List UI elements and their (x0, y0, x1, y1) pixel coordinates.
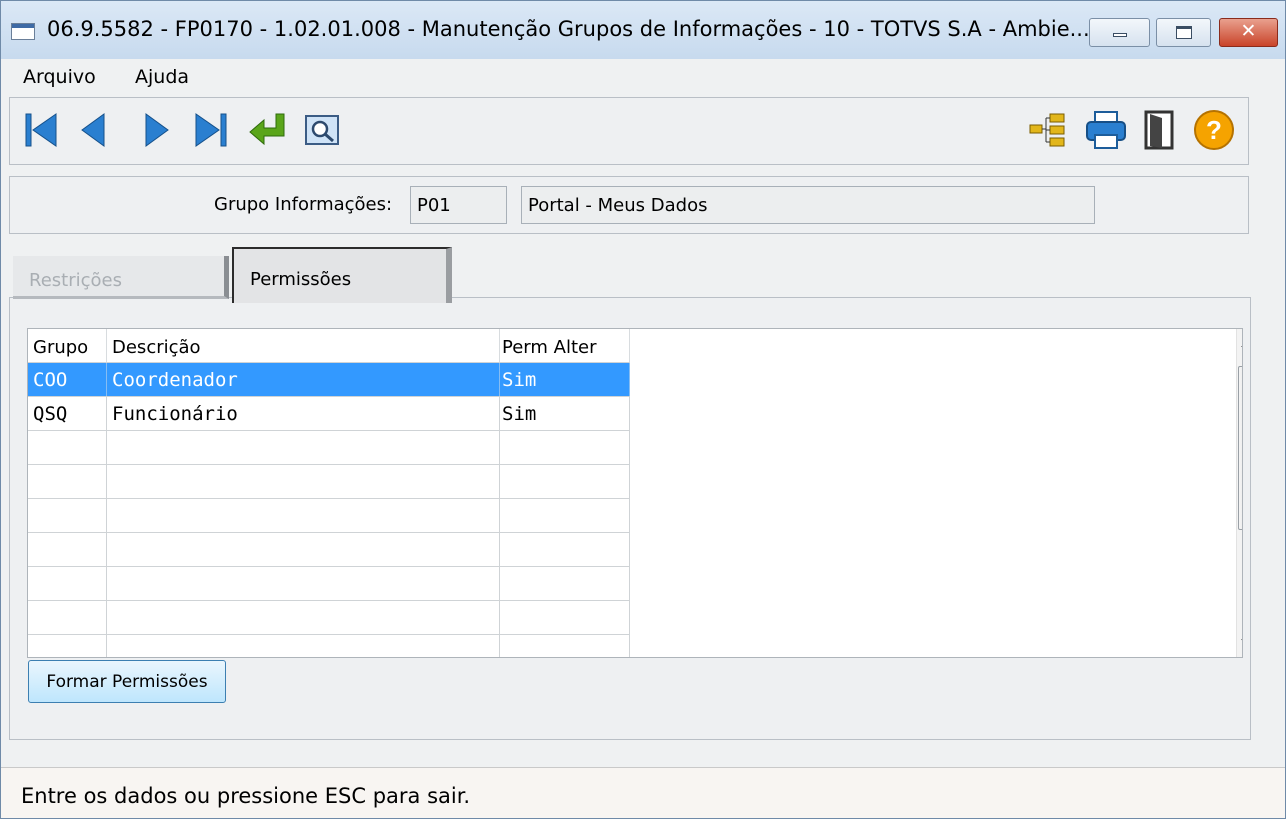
group-code-field[interactable]: P01 (410, 186, 507, 224)
next-record-button[interactable] (134, 108, 178, 152)
cell-perm-alter: Sim (500, 363, 630, 396)
menu-ajuda[interactable]: Ajuda (135, 66, 189, 88)
table-row[interactable] (28, 499, 630, 533)
minimize-button[interactable] (1089, 18, 1150, 47)
table-row[interactable]: COO Coordenador Sim (28, 363, 630, 397)
cell-descricao (107, 635, 500, 657)
permissions-grid[interactable]: Grupo Descrição Perm Alter COO Coordenad… (27, 328, 1243, 658)
cell-descricao (107, 533, 500, 566)
help-icon: ? (1194, 110, 1234, 150)
cell-grupo: QSQ (28, 397, 107, 430)
maximize-icon (1176, 26, 1192, 39)
scroll-thumb[interactable] (1238, 366, 1242, 530)
cell-descricao (107, 431, 500, 464)
cell-descricao (107, 567, 500, 600)
vertical-scrollbar[interactable] (1236, 329, 1242, 657)
table-row[interactable] (28, 601, 630, 635)
goto-button[interactable] (246, 108, 290, 152)
close-button[interactable]: ✕ (1219, 18, 1278, 47)
column-header-grupo[interactable]: Grupo (28, 329, 107, 363)
status-bar: Entre os dados ou pressione ESC para sai… (1, 767, 1285, 818)
form-permissions-button[interactable]: Formar Permissões (28, 660, 226, 703)
close-icon: ✕ (1240, 20, 1257, 42)
cell-grupo (28, 601, 107, 634)
cell-perm-alter (500, 499, 630, 532)
toolbar: ? (9, 97, 1249, 165)
table-row[interactable] (28, 465, 630, 499)
last-record-button[interactable] (188, 108, 232, 152)
cell-perm-alter (500, 465, 630, 498)
scroll-up-icon[interactable] (1241, 341, 1242, 347)
status-text: Entre os dados ou pressione ESC para sai… (21, 784, 471, 808)
app-window: 06.9.5582 - FP0170 - 1.02.01.008 - Manut… (0, 0, 1286, 819)
search-icon (305, 115, 339, 145)
goto-icon (249, 113, 285, 146)
exit-door-icon (1144, 110, 1174, 150)
tab-restricoes[interactable]: Restrições (13, 256, 229, 299)
minimize-icon (1113, 33, 1127, 37)
menu-arquivo[interactable]: Arquivo (23, 66, 96, 88)
cell-grupo (28, 431, 107, 464)
first-record-button[interactable] (20, 108, 64, 152)
maximize-button[interactable] (1156, 18, 1211, 47)
cell-grupo (28, 533, 107, 566)
next-record-icon (145, 113, 169, 147)
search-button[interactable] (300, 108, 344, 152)
cell-perm-alter (500, 601, 630, 634)
tree-button[interactable] (1026, 108, 1070, 152)
cell-perm-alter (500, 533, 630, 566)
cell-perm-alter (500, 431, 630, 464)
table-row[interactable]: QSQ Funcionário Sim (28, 397, 630, 431)
column-header-perm-alter[interactable]: Perm Alter (500, 329, 630, 363)
column-header-descricao[interactable]: Descrição (107, 329, 500, 363)
cell-descricao (107, 465, 500, 498)
exit-button[interactable] (1138, 108, 1182, 152)
cell-perm-alter: Sim (500, 397, 630, 430)
cell-perm-alter (500, 635, 630, 657)
cell-descricao: Coordenador (107, 363, 500, 396)
table-row[interactable] (28, 567, 630, 601)
cell-grupo (28, 465, 107, 498)
window-title: 06.9.5582 - FP0170 - 1.02.01.008 - Manut… (47, 17, 1090, 41)
cell-grupo (28, 499, 107, 532)
help-button[interactable]: ? (1192, 108, 1236, 152)
previous-record-icon (81, 113, 105, 147)
tree-icon (1029, 113, 1065, 147)
previous-record-button[interactable] (72, 108, 116, 152)
cell-grupo: COO (28, 363, 107, 396)
first-record-icon (25, 113, 57, 147)
menu-bar: Arquivo Ajuda (1, 59, 1285, 95)
window-icon[interactable] (11, 23, 35, 40)
svg-text:?: ? (1206, 115, 1222, 145)
last-record-icon (195, 113, 227, 147)
print-button[interactable] (1084, 108, 1128, 152)
group-info-panel: Grupo Informações: P01 Portal - Meus Dad… (9, 176, 1249, 234)
cell-descricao (107, 499, 500, 532)
table-row[interactable] (28, 431, 630, 465)
cell-descricao: Funcionário (107, 397, 500, 430)
cell-grupo (28, 567, 107, 600)
print-icon (1086, 111, 1126, 149)
scroll-down-icon[interactable] (1241, 639, 1242, 645)
table-row[interactable] (28, 635, 630, 657)
title-bar[interactable]: 06.9.5582 - FP0170 - 1.02.01.008 - Manut… (1, 1, 1285, 59)
group-description-field: Portal - Meus Dados (521, 186, 1095, 224)
table-row[interactable] (28, 533, 630, 567)
tab-permissoes[interactable]: Permissões (232, 247, 452, 303)
cell-perm-alter (500, 567, 630, 600)
cell-descricao (107, 601, 500, 634)
cell-grupo (28, 635, 107, 657)
group-info-label: Grupo Informações: (214, 194, 393, 215)
